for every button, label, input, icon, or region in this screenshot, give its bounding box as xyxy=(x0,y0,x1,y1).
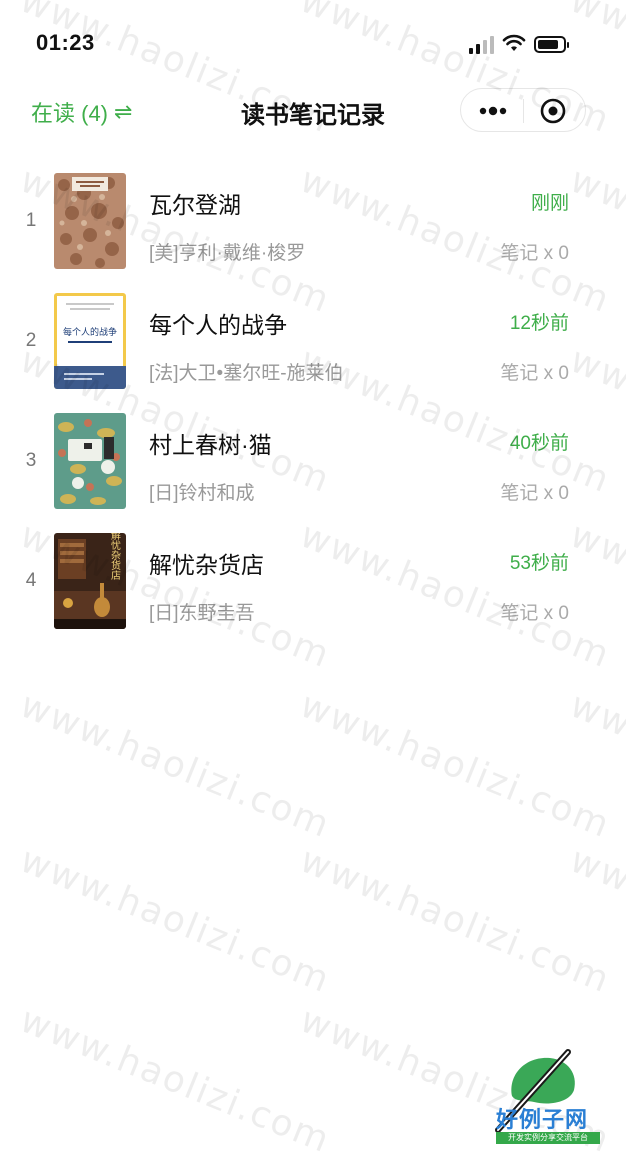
book-updated-time: 刚刚 xyxy=(530,193,569,214)
book-updated-time: 53秒前 xyxy=(509,553,569,574)
watermark-text: www.haolizi.com xyxy=(564,839,626,1002)
book-updated-time: 12秒前 xyxy=(509,313,569,334)
book-title: 每个人的战争 xyxy=(149,312,287,338)
book-cover-image: 解忧杂货店 xyxy=(54,533,126,629)
book-item[interactable]: 3 村上春树·猫 [日]铃村和成 40秒前 笔记 x 0 xyxy=(0,410,626,530)
book-rank: 3 xyxy=(25,450,37,471)
book-list: 1 瓦尔登湖 [美]亨利·戴维·梭罗 刚刚 笔记 x 0 2 每个人的战争 每个… xyxy=(0,170,626,650)
site-name: 好例子网 xyxy=(496,1107,589,1133)
book-item[interactable]: 1 瓦尔登湖 [美]亨利·戴维·梭罗 刚刚 笔记 x 0 xyxy=(0,170,626,290)
book-notes-count: 笔记 x 0 xyxy=(500,243,569,264)
book-item[interactable]: 2 每个人的战争 每个人的战争 [法]大卫•塞尔旺-施莱伯 12秒前 笔记 x … xyxy=(0,290,626,410)
book-notes-count: 笔记 x 0 xyxy=(500,483,569,504)
cellular-signal-icon xyxy=(469,36,495,54)
watermark-text: www.haolizi.com xyxy=(14,839,337,1002)
watermark-text: www.haolizi.com xyxy=(294,684,617,847)
book-cover-image: 每个人的战争 xyxy=(54,293,126,389)
more-icon[interactable] xyxy=(477,102,509,120)
battery-icon xyxy=(534,36,569,53)
book-cover-image xyxy=(54,413,126,509)
book-title: 解忧杂货店 xyxy=(149,552,264,578)
book-author: [日]铃村和成 xyxy=(149,483,255,504)
cover-title-text: 每个人的战争 xyxy=(63,326,117,338)
book-notes-count: 笔记 x 0 xyxy=(500,603,569,624)
book-author: [美]亨利·戴维·梭罗 xyxy=(149,243,306,264)
watermark-text: www.haolizi.com xyxy=(14,999,337,1156)
book-item[interactable]: 4 解忧杂货店 解忧杂货店 [日]东野圭吾 53秒前 笔记 x 0 xyxy=(0,530,626,650)
status-time: 01:23 xyxy=(36,30,95,55)
book-title: 瓦尔登湖 xyxy=(149,192,241,218)
book-updated-time: 40秒前 xyxy=(509,433,569,454)
book-title: 村上春树·猫 xyxy=(149,432,272,458)
wifi-icon xyxy=(502,34,526,51)
book-rank: 4 xyxy=(25,570,37,591)
site-tagline: 开发实例分享交流平台 xyxy=(496,1132,600,1144)
book-author: [日]东野圭吾 xyxy=(149,603,255,624)
status-bar: 01:23 xyxy=(0,0,626,88)
cover-title-text: 解忧杂货店 xyxy=(109,533,121,581)
book-rank: 1 xyxy=(25,210,37,231)
book-author: [法]大卫•塞尔旺-施莱伯 xyxy=(149,363,344,384)
watermark-text: www.haolizi.com xyxy=(564,684,626,847)
watermark-text: www.haolizi.com xyxy=(14,684,337,847)
site-logo: 好例子网 开发实例分享交流平台 xyxy=(488,1040,606,1146)
mini-program-capsule xyxy=(460,88,586,132)
nav-bar: 在读 (4) ⇌ 读书笔记记录 xyxy=(0,88,626,132)
book-rank: 2 xyxy=(25,330,37,351)
book-cover-image xyxy=(54,173,126,269)
close-mini-program-icon[interactable] xyxy=(539,97,567,125)
capsule-divider xyxy=(523,99,524,123)
watermark-text: www.haolizi.com xyxy=(294,839,617,1002)
book-notes-count: 笔记 x 0 xyxy=(500,363,569,384)
